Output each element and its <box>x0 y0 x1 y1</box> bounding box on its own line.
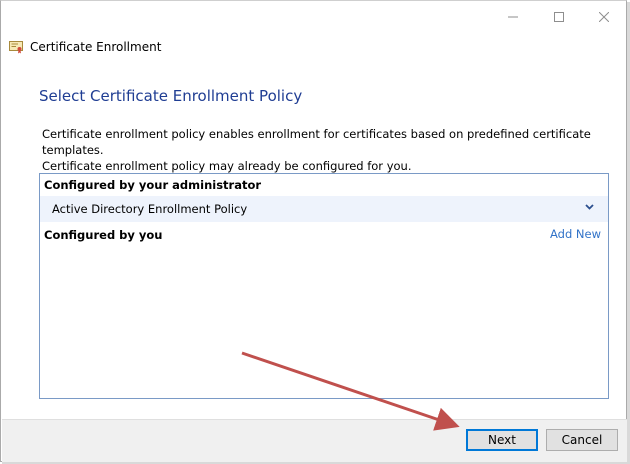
title-bar: Certificate Enrollment <box>9 39 161 55</box>
description-line-1: Certificate enrollment policy enables en… <box>42 127 591 157</box>
maximize-icon <box>553 12 564 22</box>
user-section-label: Configured by you <box>44 228 163 242</box>
cancel-button[interactable]: Cancel <box>546 429 618 451</box>
page-heading: Select Certificate Enrollment Policy <box>39 87 303 105</box>
close-icon <box>598 12 609 22</box>
next-button[interactable]: Next <box>466 429 538 451</box>
page-description: Certificate enrollment policy enables en… <box>42 126 612 174</box>
add-new-link[interactable]: Add New <box>550 227 601 241</box>
certificate-icon <box>9 41 23 54</box>
dialog-footer: Next Cancel <box>2 419 627 463</box>
policy-item-label: Active Directory Enrollment Policy <box>52 202 248 216</box>
close-button[interactable] <box>581 3 626 31</box>
window-title: Certificate Enrollment <box>30 40 162 54</box>
maximize-button[interactable] <box>536 3 581 31</box>
minimize-icon <box>507 16 518 18</box>
policy-list-panel: Configured by your administrator Active … <box>39 173 609 399</box>
description-line-2: Certificate enrollment policy may alread… <box>42 159 412 173</box>
policy-item-active-directory[interactable]: Active Directory Enrollment Policy <box>40 196 608 222</box>
chevron-down-icon[interactable] <box>585 204 594 210</box>
certificate-enrollment-window: Certificate Enrollment Select Certificat… <box>0 0 627 463</box>
minimize-button[interactable] <box>490 3 535 31</box>
admin-section-label: Configured by your administrator <box>44 178 262 192</box>
